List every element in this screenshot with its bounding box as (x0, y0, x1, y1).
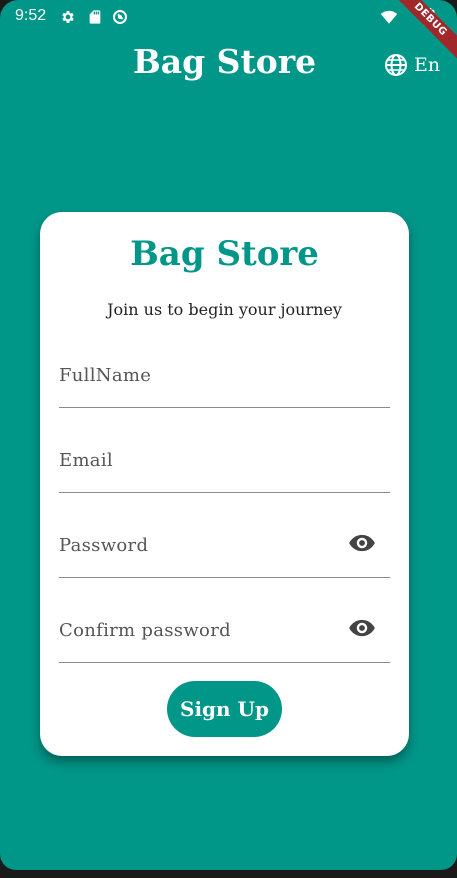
eye-icon[interactable] (348, 614, 376, 642)
status-time: 9:52 (15, 7, 47, 24)
confirm-password-field (59, 610, 390, 663)
password-input[interactable] (59, 525, 339, 565)
wifi-icon (380, 10, 398, 24)
globe-icon (385, 54, 407, 76)
signup-card: Bag Store Join us to begin your journey … (40, 212, 409, 756)
bottom-edge (0, 870, 457, 878)
eye-icon[interactable] (348, 529, 376, 557)
language-label: En (414, 54, 441, 76)
email-field (59, 440, 390, 493)
email-input[interactable] (59, 440, 339, 480)
status-bar: 9:52 DEBUG (0, 0, 457, 65)
app-title: Bag Store (132, 42, 317, 81)
confirm-password-input[interactable] (59, 610, 339, 650)
sd-card-icon (89, 10, 101, 24)
fullname-field (59, 355, 390, 408)
password-field (59, 525, 390, 578)
fullname-input[interactable] (59, 355, 339, 395)
sync-icon (113, 10, 127, 24)
app-screen: 9:52 DEBUG Bag Store En Bag Store Join u… (0, 0, 457, 870)
card-title: Bag Store (130, 234, 319, 274)
language-switcher[interactable]: En (384, 52, 440, 78)
gear-icon (62, 11, 74, 23)
sign-up-button[interactable]: Sign Up (167, 681, 282, 737)
card-subtitle: Join us to begin your journey (107, 300, 342, 319)
